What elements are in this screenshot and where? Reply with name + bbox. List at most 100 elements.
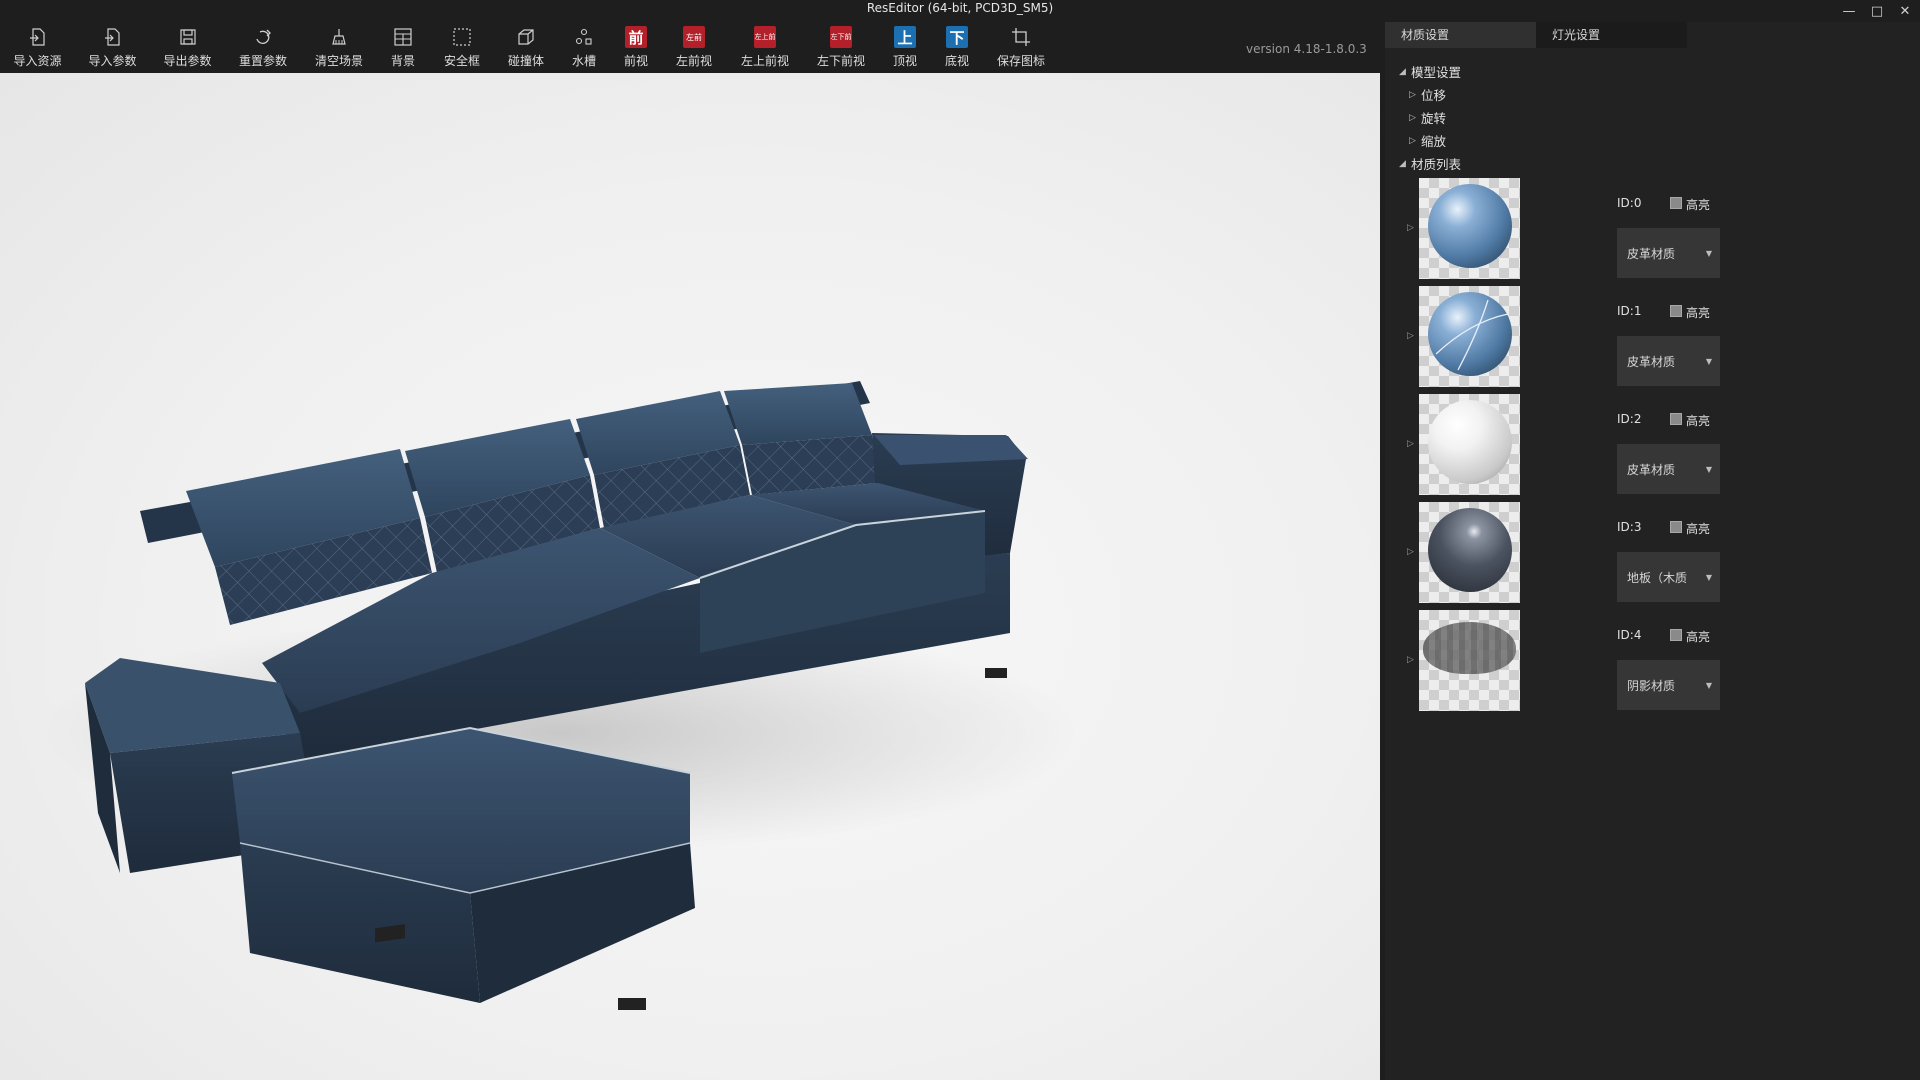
material-id: ID:4 [1617, 628, 1642, 642]
highlight-label: 高亮 [1686, 522, 1711, 536]
tab-light-settings[interactable]: 灯光设置 [1536, 22, 1687, 48]
material-type-select[interactable]: 皮革材质 ▼ [1617, 444, 1720, 494]
bottom-view-button[interactable]: 下 底视 [931, 18, 983, 74]
import-params-icon [102, 26, 124, 48]
select-value: 地板（木质 [1627, 570, 1688, 585]
sink-button[interactable]: 水槽 [557, 18, 611, 74]
reset-params-icon [252, 26, 274, 48]
material-type-select[interactable]: 皮革材质 ▼ [1617, 336, 1720, 386]
tree-label: 位移 [1421, 88, 1447, 103]
highlight-label: 高亮 [1686, 198, 1711, 212]
bottom-view-icon: 下 [946, 26, 968, 48]
select-value: 皮革材质 [1627, 246, 1676, 261]
toolbar-label: 顶视 [892, 54, 917, 68]
expand-arrow-icon[interactable]: ▷ [1407, 223, 1414, 233]
import-params-button[interactable]: 导入参数 [75, 18, 150, 74]
tree-model-settings[interactable]: ◢ 模型设置 [1399, 62, 1461, 81]
toolbar-label: 左上前视 [740, 54, 789, 68]
material-id: ID:2 [1617, 412, 1642, 426]
sink-icon [573, 26, 595, 48]
left-bottom-front-view-icon: 左下前 [830, 26, 852, 48]
toolbar-label: 左前视 [675, 54, 712, 68]
sofa-model [40, 381, 1080, 1010]
material-swatch[interactable] [1419, 394, 1520, 495]
chevron-down-icon: ▼ [1705, 357, 1712, 366]
blue-stitched-sphere-swatch [1428, 292, 1512, 376]
maximize-button[interactable]: □ [1868, 2, 1886, 20]
select-value: 皮革材质 [1627, 462, 1676, 477]
tree-item-scale[interactable]: ▷ 缩放 [1409, 131, 1446, 150]
import-resource-button[interactable]: 导入资源 [0, 18, 75, 74]
highlight-checkbox[interactable] [1670, 413, 1682, 425]
clear-scene-button[interactable]: 清空场景 [301, 18, 377, 74]
left-top-front-view-button[interactable]: 左上前 左上前视 [727, 18, 803, 74]
dark-grey-sphere-swatch [1428, 508, 1512, 592]
material-row-1: ▷ ID:1 高亮 皮革材质 ▼ [1385, 286, 1920, 388]
crop-icon [1010, 26, 1032, 48]
material-type-select[interactable]: 阴影材质 ▼ [1617, 660, 1720, 710]
toolbar-label: 重置参数 [238, 54, 287, 68]
toolbar-label: 碰撞体 [507, 54, 544, 68]
safe-frame-icon [451, 26, 473, 48]
reset-params-button[interactable]: 重置参数 [225, 18, 301, 74]
left-front-view-icon: 左前 [683, 26, 705, 48]
chevron-down-icon: ▼ [1705, 249, 1712, 258]
material-row-0: ▷ ID:0 高亮 皮革材质 ▼ [1385, 178, 1920, 280]
save-icon-button[interactable]: 保存图标 [983, 18, 1059, 74]
material-row-2: ▷ ID:2 高亮 皮革材质 ▼ [1385, 394, 1920, 496]
background-button[interactable]: 背景 [377, 18, 429, 74]
left-bottom-front-view-button[interactable]: 左下前 左下前视 [803, 18, 879, 74]
tree-item-translate[interactable]: ▷ 位移 [1409, 85, 1446, 104]
select-value: 阴影材质 [1627, 678, 1676, 693]
shadow-plane-swatch [1423, 622, 1516, 674]
toolbar-label: 底视 [944, 54, 969, 68]
toolbar-label: 左下前视 [816, 54, 865, 68]
tree-item-rotate[interactable]: ▷ 旋转 [1409, 108, 1446, 127]
expand-arrow-icon[interactable]: ▷ [1407, 655, 1414, 665]
front-view-button[interactable]: 前 前视 [611, 18, 661, 74]
properties-panel: 材质设置 灯光设置 ◢ 模型设置 ▷ 位移 ▷ 旋转 ▷ 缩放 ◢ 材质列表 ▷… [1385, 22, 1920, 1080]
collapsed-triangle-icon: ▷ [1409, 89, 1416, 100]
expanded-triangle-icon: ◢ [1399, 66, 1406, 77]
collider-icon [515, 26, 537, 48]
safe-frame-button[interactable]: 安全框 [429, 18, 495, 74]
select-value: 皮革材质 [1627, 354, 1676, 369]
close-button[interactable]: ✕ [1896, 2, 1914, 20]
panel-tabs: 材质设置 灯光设置 [1385, 22, 1687, 48]
highlight-checkbox[interactable] [1670, 305, 1682, 317]
chevron-down-icon: ▼ [1705, 681, 1712, 690]
material-type-select[interactable]: 地板（木质 ▼ [1617, 552, 1720, 602]
export-params-button[interactable]: 导出参数 [150, 18, 225, 74]
collider-button[interactable]: 碰撞体 [495, 18, 557, 74]
toolbar-label: 水槽 [571, 54, 596, 68]
minimize-button[interactable]: — [1840, 2, 1858, 20]
expanded-triangle-icon: ◢ [1399, 158, 1406, 169]
material-swatch[interactable] [1419, 286, 1520, 387]
tab-material-settings[interactable]: 材质设置 [1385, 22, 1536, 48]
left-front-view-button[interactable]: 左前 左前视 [661, 18, 727, 74]
highlight-checkbox[interactable] [1670, 197, 1682, 209]
expand-arrow-icon[interactable]: ▷ [1407, 547, 1414, 557]
left-top-front-view-icon: 左上前 [754, 26, 776, 48]
highlight-label: 高亮 [1686, 306, 1711, 320]
highlight-label: 高亮 [1686, 630, 1711, 644]
highlight-checkbox[interactable] [1670, 629, 1682, 641]
toolbar-label: 导入资源 [13, 54, 62, 68]
3d-viewport[interactable] [0, 73, 1380, 1080]
window-title: ResEditor (64-bit, PCD3D_SM5) [866, 1, 1054, 15]
highlight-label: 高亮 [1686, 414, 1711, 428]
toolbar-label: 背景 [390, 54, 415, 68]
material-swatch[interactable] [1419, 178, 1520, 279]
tree-material-list[interactable]: ◢ 材质列表 [1399, 154, 1461, 173]
highlight-checkbox[interactable] [1670, 521, 1682, 533]
toolbar-label: 保存图标 [996, 54, 1045, 68]
top-view-button[interactable]: 上 顶视 [879, 18, 931, 74]
expand-arrow-icon[interactable]: ▷ [1407, 439, 1414, 449]
material-type-select[interactable]: 皮革材质 ▼ [1617, 228, 1720, 278]
white-sphere-swatch [1428, 400, 1512, 484]
expand-arrow-icon[interactable]: ▷ [1407, 331, 1414, 341]
material-swatch[interactable] [1419, 502, 1520, 603]
material-swatch[interactable] [1419, 610, 1520, 711]
background-icon [392, 26, 414, 48]
material-id: ID:1 [1617, 304, 1642, 318]
